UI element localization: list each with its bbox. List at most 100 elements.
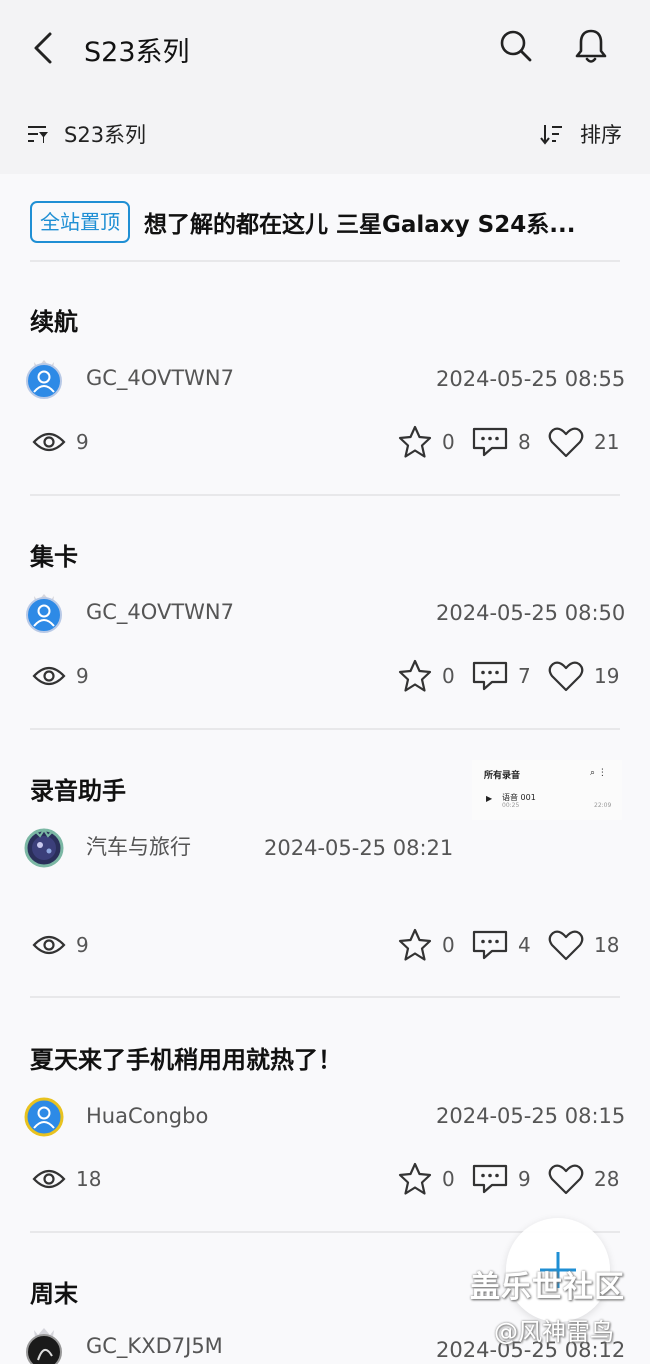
bell-icon [575, 29, 607, 63]
like-button[interactable]: 21 [548, 424, 619, 460]
filter-sort-bar: S23系列 排序 [0, 96, 650, 174]
decorated-avatar-icon [24, 828, 64, 868]
like-button[interactable]: 28 [548, 1161, 619, 1197]
avatar[interactable] [24, 1326, 64, 1364]
views-stat: 18 [32, 1161, 101, 1197]
back-button[interactable] [28, 28, 60, 68]
comment-button[interactable]: 7 [472, 658, 531, 694]
heart-icon [548, 1164, 584, 1195]
post-time: 2024-05-25 08:50 [436, 601, 626, 625]
pinned-post[interactable]: 全站置顶 想了解的都在这儿 三星Galaxy S24系... [30, 200, 620, 244]
comment-button[interactable]: 8 [472, 424, 531, 460]
forum-filter-button[interactable]: S23系列 [26, 116, 146, 152]
divider [30, 996, 620, 998]
crowned-avatar-icon [26, 360, 62, 399]
views-stat: 9 [32, 927, 89, 963]
post-title: 夏天来了手机稍用用就热了！ [30, 1046, 342, 1074]
likes-count: 28 [594, 1167, 620, 1191]
views-count: 18 [76, 1167, 102, 1191]
sort-icon [540, 125, 562, 145]
author-name: GC_KXD7J5M [86, 1334, 223, 1358]
favorites-count: 0 [442, 664, 455, 688]
search-icon [500, 30, 532, 62]
favorites-count: 0 [442, 1167, 455, 1191]
post-stats: 9 0 4 18 [32, 927, 622, 963]
watermark-handle: @风神雷鸟 [494, 1318, 614, 1346]
likes-count: 19 [594, 664, 620, 688]
divider [30, 260, 620, 262]
chevron-left-icon [34, 32, 52, 64]
comment-icon [472, 427, 508, 457]
author-info[interactable]: HuaCongbo [24, 1096, 209, 1137]
eye-icon [32, 432, 66, 452]
comments-count: 9 [518, 1167, 531, 1191]
filter-icon [28, 126, 48, 143]
post-title: 续航 [30, 308, 78, 336]
comment-icon [472, 930, 508, 960]
comments-count: 4 [518, 933, 531, 957]
post-thumbnail[interactable]: 所有录音 ⌕ ⋮ ▶ 语音 001 00:25 22:09 [472, 760, 622, 820]
favorite-button[interactable]: 0 [398, 927, 455, 963]
likes-count: 21 [594, 430, 620, 454]
thumbnail-duration: 22:09 [594, 802, 612, 809]
eye-icon [32, 935, 66, 955]
comment-icon [472, 661, 508, 691]
top-app-bar: S23系列 [0, 0, 650, 96]
comments-count: 8 [518, 430, 531, 454]
like-button[interactable]: 19 [548, 658, 619, 694]
heart-icon [548, 427, 584, 458]
watermark-logo: 盖乐世社区 [470, 1270, 625, 1305]
post-time: 2024-05-25 08:15 [436, 1104, 626, 1128]
post-stats: 9 0 8 21 [32, 424, 622, 460]
author-name: GC_4OVTWN7 [86, 600, 234, 624]
likes-count: 18 [594, 933, 620, 957]
post-stats: 9 0 7 19 [32, 658, 622, 694]
divider [30, 728, 620, 730]
sort-label: 排序 [580, 123, 622, 147]
sort-button[interactable]: 排序 [540, 116, 622, 152]
thumbnail-search-icon: ⌕ ⋮ [590, 768, 607, 778]
star-icon [398, 659, 432, 692]
views-count: 9 [76, 664, 89, 688]
author-info[interactable]: GC_KXD7J5M [24, 1326, 223, 1364]
author-name: GC_4OVTWN7 [86, 366, 234, 390]
star-icon [398, 425, 432, 458]
favorite-button[interactable]: 0 [398, 424, 455, 460]
favorite-button[interactable]: 0 [398, 1161, 455, 1197]
star-icon [398, 928, 432, 961]
author-name: 汽车与旅行 [86, 835, 191, 859]
eye-icon [32, 666, 66, 686]
crowned-avatar-icon [26, 1328, 62, 1364]
post-title: 周末 [30, 1280, 78, 1308]
divider [30, 494, 620, 496]
notifications-button[interactable] [572, 26, 610, 66]
comment-icon [472, 1164, 508, 1194]
post-title: 录音助手 [30, 777, 126, 805]
avatar-icon [24, 1097, 64, 1137]
like-button[interactable]: 18 [548, 927, 619, 963]
pinned-badge: 全站置顶 [30, 201, 130, 243]
comments-count: 7 [518, 664, 531, 688]
author-info[interactable]: GC_4OVTWN7 [24, 592, 234, 633]
favorite-button[interactable]: 0 [398, 658, 455, 694]
favorites-count: 0 [442, 430, 455, 454]
page-title: S23系列 [84, 37, 190, 68]
search-button[interactable] [498, 28, 534, 64]
star-icon [398, 1162, 432, 1195]
comment-button[interactable]: 4 [472, 927, 531, 963]
author-info[interactable]: GC_4OVTWN7 [24, 358, 234, 399]
avatar[interactable] [24, 1096, 64, 1137]
views-stat: 9 [32, 658, 89, 694]
heart-icon [548, 661, 584, 692]
post-time: 2024-05-25 08:21 [264, 836, 454, 860]
heart-icon [548, 930, 584, 961]
author-info[interactable]: 汽车与旅行 [24, 826, 191, 868]
views-count: 9 [76, 933, 89, 957]
author-name: HuaCongbo [86, 1104, 209, 1128]
eye-icon [32, 1169, 66, 1189]
avatar[interactable] [24, 592, 64, 633]
avatar[interactable] [24, 358, 64, 399]
comment-button[interactable]: 9 [472, 1161, 531, 1197]
crowned-avatar-icon [26, 594, 62, 633]
avatar[interactable] [24, 826, 64, 868]
